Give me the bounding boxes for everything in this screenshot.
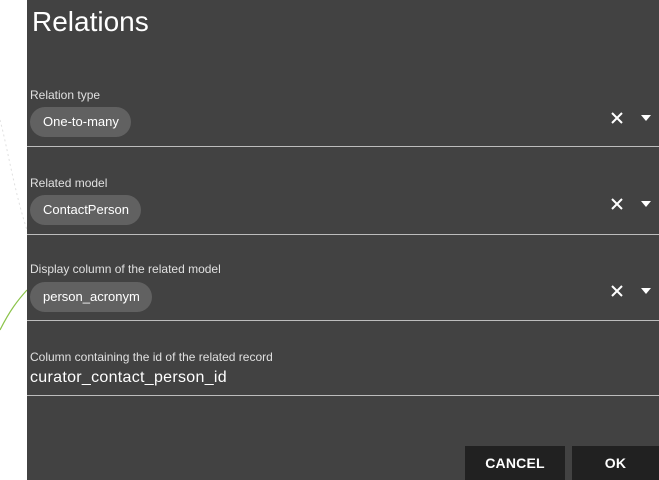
- close-icon[interactable]: [610, 197, 624, 211]
- relation-type-field[interactable]: Relation type One-to-many: [27, 86, 659, 147]
- display-column-label: Display column of the related model: [30, 262, 221, 276]
- related-model-label: Related model: [30, 176, 108, 190]
- caret-down-icon[interactable]: [641, 201, 651, 207]
- close-icon[interactable]: [610, 284, 624, 298]
- id-column-field[interactable]: Column containing the id of the related …: [27, 348, 659, 396]
- relation-type-label: Relation type: [30, 88, 101, 102]
- cancel-button[interactable]: CANCEL: [465, 446, 565, 480]
- id-column-label: Column containing the id of the related …: [30, 350, 273, 364]
- caret-down-icon[interactable]: [641, 115, 651, 121]
- relation-type-chip[interactable]: One-to-many: [30, 107, 131, 137]
- dialog-title: Relations: [32, 6, 149, 37]
- close-icon[interactable]: [610, 111, 624, 125]
- relations-dialog: Relations Relation type One-to-many Rela…: [27, 0, 659, 480]
- related-model-chip[interactable]: ContactPerson: [30, 195, 141, 225]
- related-model-field[interactable]: Related model ContactPerson: [27, 174, 659, 235]
- caret-down-icon[interactable]: [641, 288, 651, 294]
- ok-button[interactable]: OK: [572, 446, 659, 480]
- display-column-field[interactable]: Display column of the related model pers…: [27, 260, 659, 321]
- id-column-input[interactable]: curator_contact_person_id: [30, 368, 227, 388]
- display-column-chip[interactable]: person_acronym: [30, 282, 152, 312]
